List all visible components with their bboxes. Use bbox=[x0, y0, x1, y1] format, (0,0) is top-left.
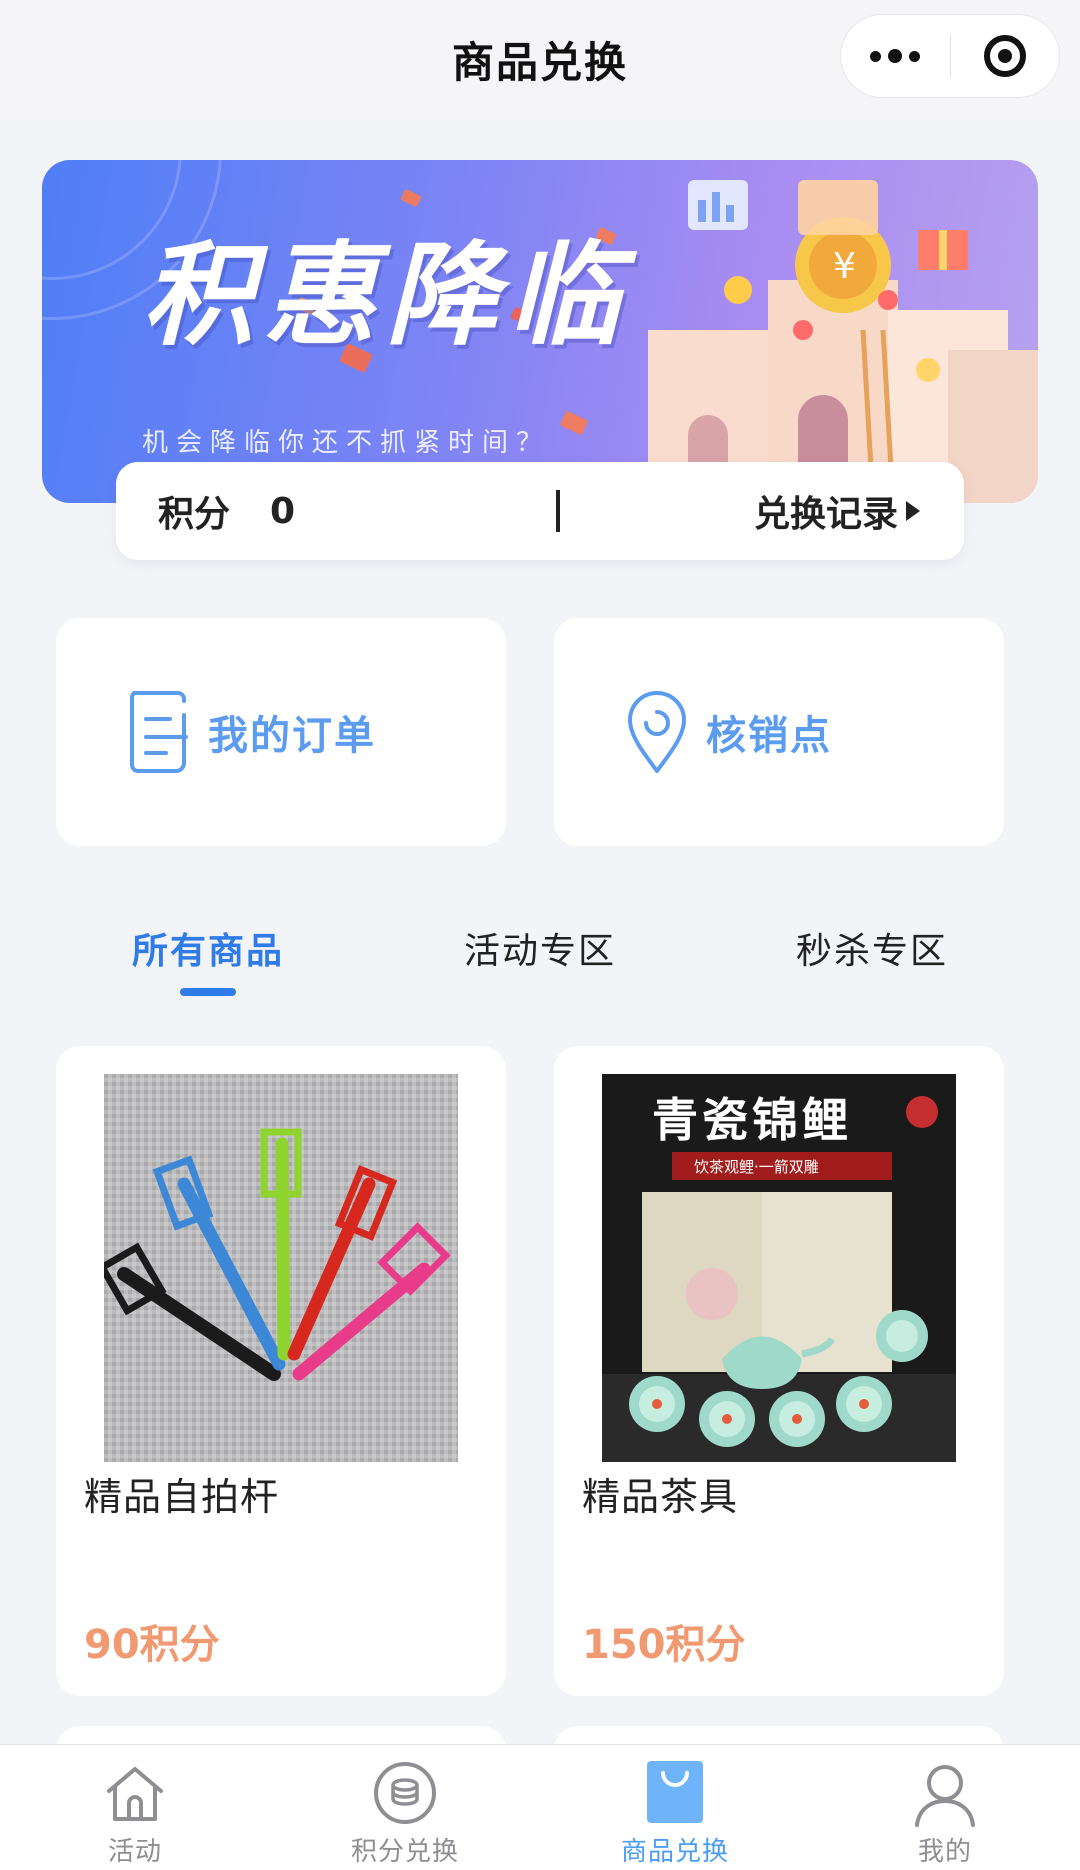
exchange-record-label: 兑换记录 bbox=[753, 494, 898, 535]
home-icon bbox=[107, 1767, 163, 1821]
tea-set-title: 青瓷锦鲤 bbox=[652, 1093, 852, 1147]
banner-subtitle: 机会降临你还不抓紧时间？ bbox=[142, 428, 551, 458]
location-pin-icon bbox=[628, 691, 686, 773]
points-label: 积分 bbox=[158, 494, 231, 535]
product-card[interactable]: 青瓷锦鲤 饮茶观鲤·一箭双雕 精品茶具 150积分 bbox=[554, 1046, 1004, 1696]
product-price: 90积分 bbox=[84, 1622, 220, 1668]
points-summary-bar: 积分 0 兑换记录 bbox=[116, 462, 964, 560]
exchange-record-link[interactable]: 兑换记录 bbox=[754, 462, 920, 560]
tab-all-products[interactable]: 所有商品 bbox=[132, 922, 284, 974]
tab-activity-zone[interactable]: 活动专区 bbox=[464, 922, 616, 974]
target-close-icon[interactable] bbox=[950, 15, 1059, 97]
mini-program-capsule bbox=[840, 14, 1060, 98]
top-nav-bar: 商品兑换 bbox=[0, 0, 1080, 118]
banner-illustration: ¥ bbox=[648, 180, 1038, 503]
product-name: 精品茶具 bbox=[582, 1475, 739, 1519]
tea-set-photo: 青瓷锦鲤 饮茶观鲤·一箭双雕 bbox=[602, 1074, 956, 1462]
tea-set-caption: 饮茶观鲤·一箭双雕 bbox=[694, 1158, 819, 1176]
coin-stack-icon bbox=[374, 1762, 436, 1824]
page-title: 商品兑换 bbox=[451, 37, 628, 87]
redemption-point-label: 核销点 bbox=[706, 713, 832, 759]
points-value: 0 bbox=[270, 490, 296, 532]
tabbar-label-activity: 活动 bbox=[107, 1837, 162, 1867]
order-list-icon bbox=[130, 691, 188, 773]
shopping-bag-icon bbox=[647, 1761, 703, 1823]
banner-headline: 积惠降临 bbox=[142, 231, 630, 361]
category-tabs: 所有商品 活动专区 秒杀专区 bbox=[0, 900, 1080, 1010]
my-orders-card[interactable]: 我的订单 bbox=[56, 618, 506, 846]
active-tab-indicator bbox=[180, 988, 236, 996]
selfie-stick-photo bbox=[104, 1074, 458, 1462]
tabbar-label-points-exchange: 积分兑换 bbox=[350, 1837, 459, 1867]
more-dots-icon[interactable] bbox=[841, 15, 950, 97]
tabbar-item-goods-exchange[interactable]: 商品兑换 bbox=[540, 1745, 810, 1870]
play-arrow-icon bbox=[906, 501, 920, 521]
bottom-tab-bar: 活动 积分兑换 商品兑换 我的 bbox=[0, 1744, 1080, 1870]
tabbar-label-goods-exchange: 商品兑换 bbox=[620, 1837, 729, 1867]
redemption-point-card[interactable]: 核销点 bbox=[554, 618, 1004, 846]
tabbar-item-activity[interactable]: 活动 bbox=[0, 1745, 270, 1870]
tab-flash-sale-zone[interactable]: 秒杀专区 bbox=[796, 922, 948, 974]
user-icon bbox=[915, 1765, 975, 1827]
product-name: 精品自拍杆 bbox=[84, 1475, 280, 1519]
points-divider bbox=[556, 490, 560, 532]
tabbar-label-mine: 我的 bbox=[917, 1837, 972, 1867]
promo-banner[interactable]: 积惠降临 机会降临你还不抓紧时间？ ¥ bbox=[42, 160, 1038, 503]
svg-text:¥: ¥ bbox=[833, 246, 856, 287]
product-card[interactable]: 精品自拍杆 90积分 bbox=[56, 1046, 506, 1696]
tabbar-item-points-exchange[interactable]: 积分兑换 bbox=[270, 1745, 540, 1870]
product-price: 150积分 bbox=[582, 1622, 746, 1668]
tabbar-item-mine[interactable]: 我的 bbox=[810, 1745, 1080, 1870]
my-orders-label: 我的订单 bbox=[208, 713, 376, 759]
